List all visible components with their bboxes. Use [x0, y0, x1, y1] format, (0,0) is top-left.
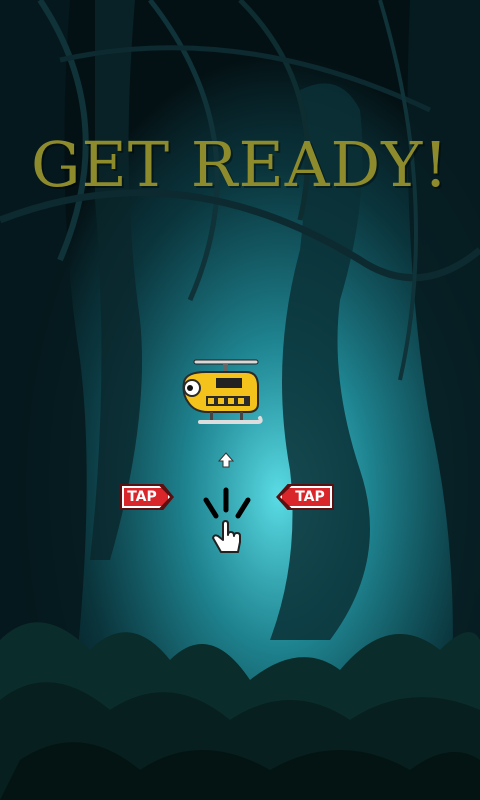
game-screen[interactable]: GET READY! TAP TAP [0, 0, 480, 800]
helicopter-player [182, 359, 263, 424]
tap-hand-icon [203, 487, 251, 553]
up-arrow-icon [218, 452, 234, 468]
get-ready-title: GET READY! [30, 128, 450, 201]
